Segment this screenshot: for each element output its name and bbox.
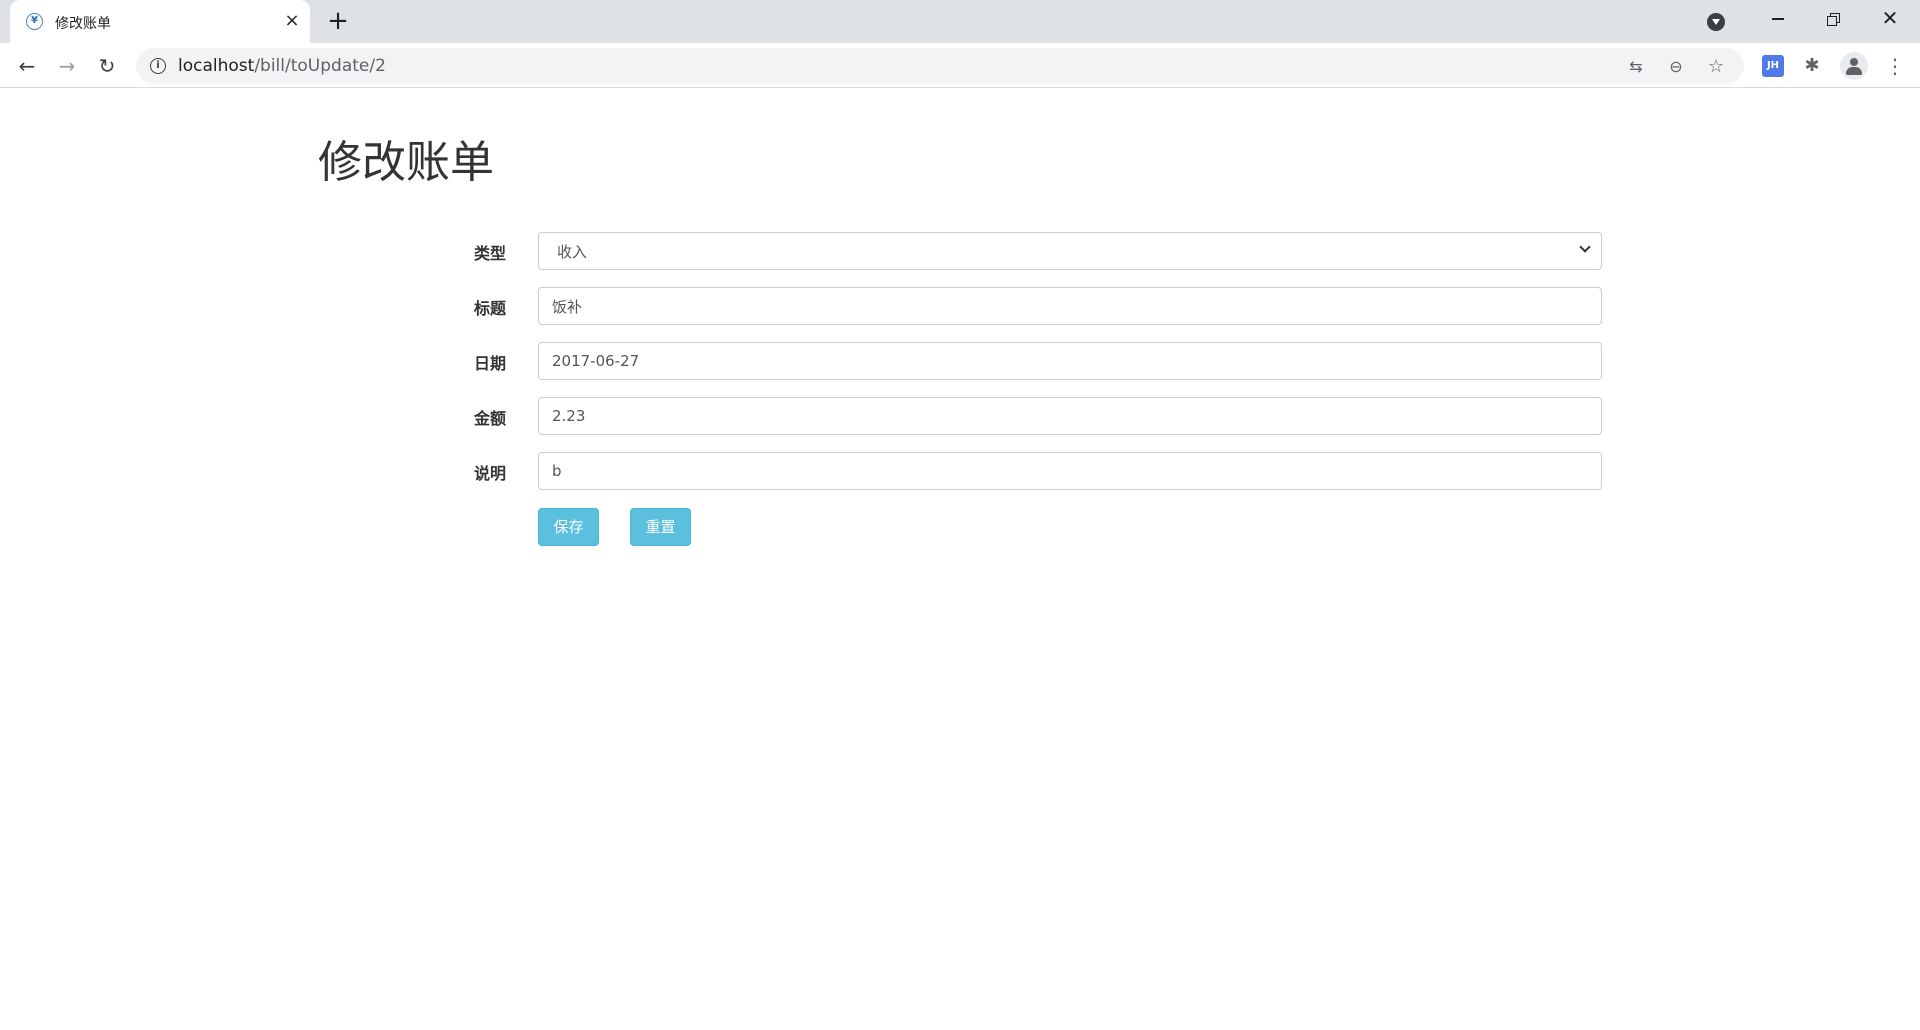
- jh-extension-icon[interactable]: JH: [1762, 55, 1784, 77]
- title-input[interactable]: [538, 287, 1602, 325]
- url-path: /bill/toUpdate/2: [254, 56, 386, 76]
- note-input[interactable]: [538, 452, 1602, 490]
- restore-icon[interactable]: [1814, 5, 1854, 37]
- minimize-icon[interactable]: [1758, 5, 1798, 37]
- zoom-out-icon[interactable]: ⊖: [1664, 55, 1688, 79]
- title-row: 标题: [430, 287, 1602, 342]
- amount-row: 金额: [430, 397, 1602, 452]
- back-arrow-icon[interactable]: ←: [12, 51, 42, 81]
- note-label: 说明: [473, 464, 506, 483]
- reset-button[interactable]: 重置: [630, 508, 691, 546]
- menu-icon[interactable]: ⋮: [1884, 55, 1906, 77]
- type-row: 类型 收入: [430, 232, 1602, 287]
- amount-label: 金额: [473, 409, 506, 428]
- date-row: 日期: [430, 342, 1602, 397]
- forward-arrow-icon[interactable]: →: [52, 51, 82, 81]
- avatar-icon[interactable]: [1840, 52, 1868, 80]
- puzzle-icon[interactable]: ✱: [1801, 55, 1823, 77]
- note-row: 说明: [430, 452, 1602, 507]
- browser-toolbar: ← → ↻ i localhost/bill/toUpdate/2 ⇆ ⊖ ☆ …: [0, 43, 1920, 88]
- yen-favicon-icon: ¥: [26, 13, 43, 30]
- save-button[interactable]: 保存: [538, 508, 599, 546]
- tab-close-icon[interactable]: ×: [281, 10, 303, 32]
- title-label: 标题: [473, 299, 506, 318]
- new-tab-icon[interactable]: +: [324, 8, 352, 36]
- page-title: 修改账单: [318, 137, 494, 188]
- url-text[interactable]: localhost/bill/toUpdate/2: [178, 56, 386, 76]
- type-select[interactable]: 收入: [538, 232, 1602, 270]
- tab-title: 修改账单: [55, 16, 111, 32]
- date-input[interactable]: [538, 342, 1602, 380]
- info-icon[interactable]: i: [150, 58, 166, 74]
- type-label: 类型: [473, 244, 506, 263]
- chevron-down-icon: [1579, 241, 1591, 253]
- url-host: localhost: [178, 56, 255, 76]
- tab-search-icon[interactable]: [1703, 9, 1729, 35]
- translate-icon[interactable]: ⇆: [1624, 55, 1648, 79]
- bill-form: 类型 收入 标题 日期 金额 说明: [430, 232, 1602, 507]
- address-bar[interactable]: i localhost/bill/toUpdate/2 ⇆ ⊖ ☆: [136, 48, 1744, 84]
- window-close-icon[interactable]: ✕: [1870, 5, 1910, 37]
- star-icon[interactable]: ☆: [1704, 55, 1728, 79]
- amount-input[interactable]: [538, 397, 1602, 435]
- browser-tabstrip: ¥ 修改账单 × + ✕: [0, 0, 1920, 43]
- reload-icon[interactable]: ↻: [92, 51, 122, 81]
- browser-tab[interactable]: ¥ 修改账单 ×: [10, 0, 310, 43]
- type-selected-value: 收入: [557, 243, 588, 261]
- date-label: 日期: [473, 354, 506, 373]
